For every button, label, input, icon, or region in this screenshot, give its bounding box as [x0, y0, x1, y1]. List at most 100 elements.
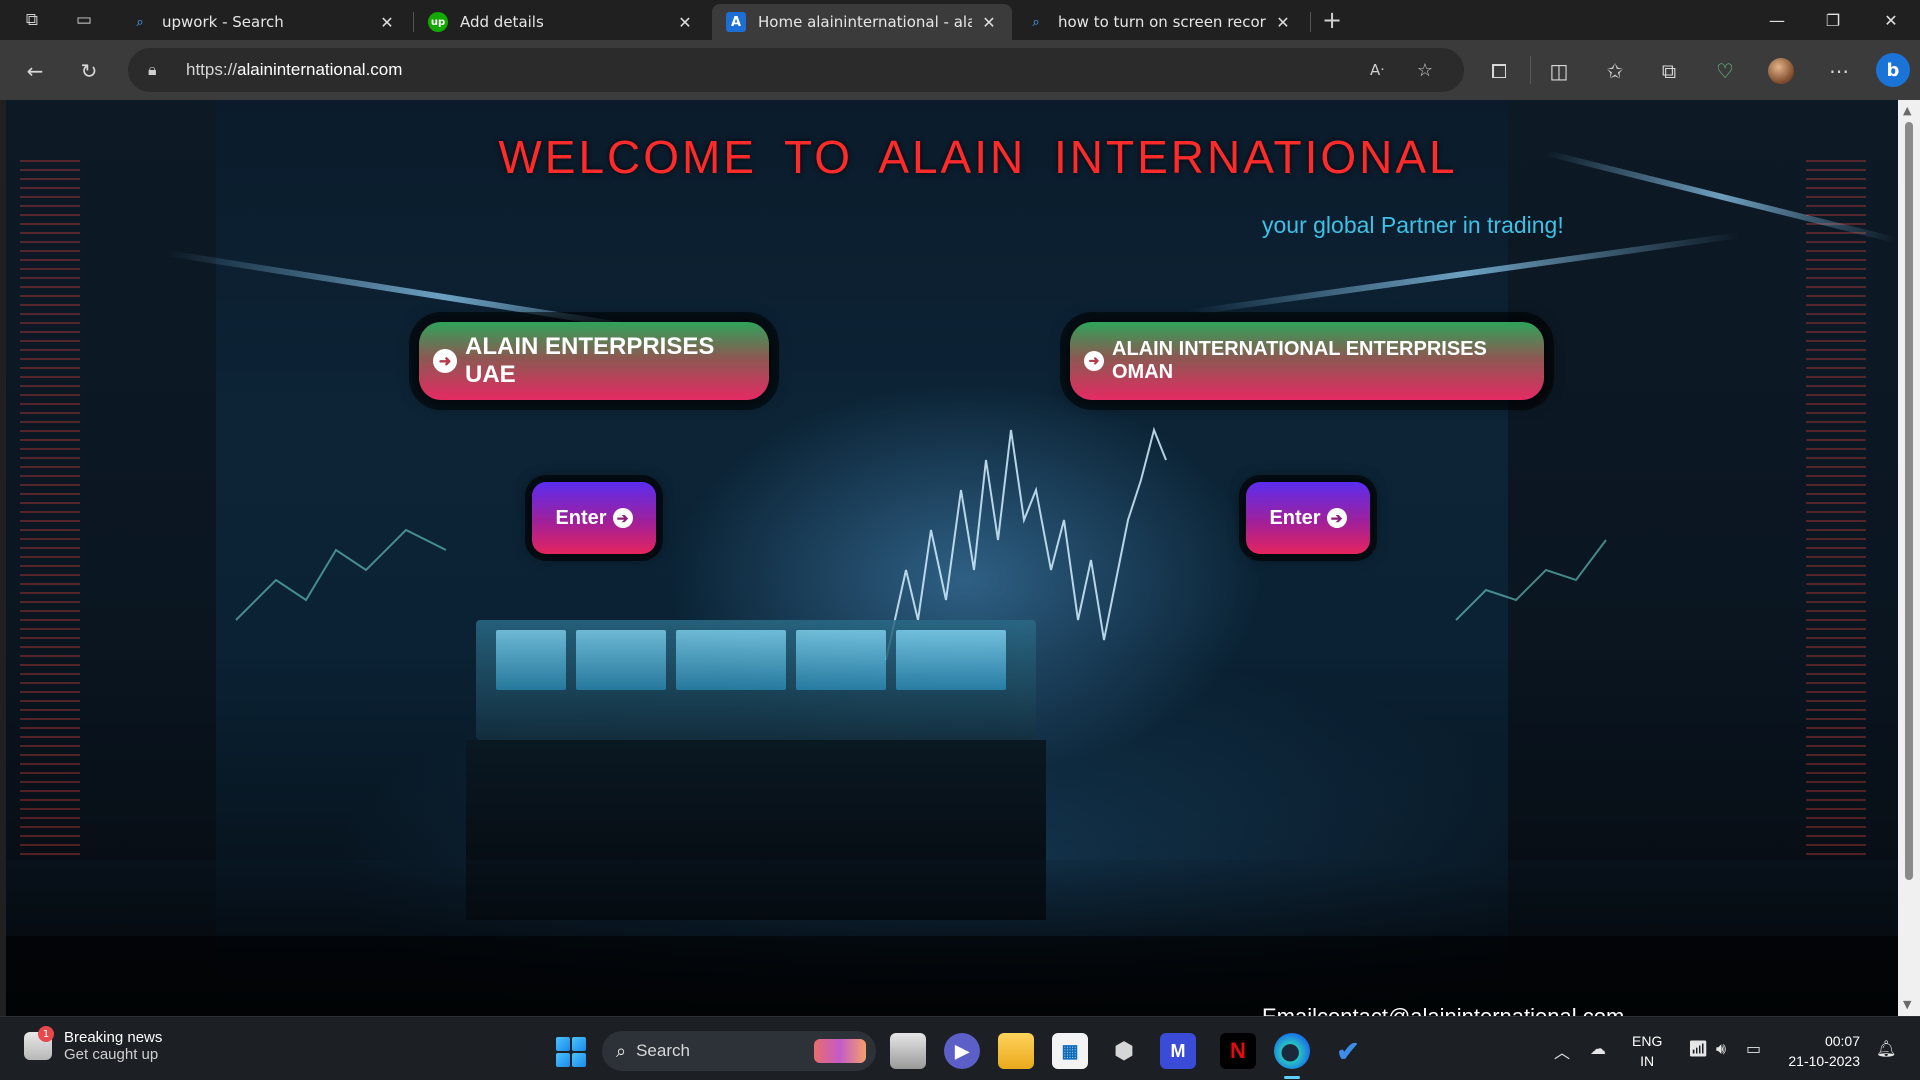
tab-separator: [1310, 12, 1311, 32]
edge-browser-icon[interactable]: [1274, 1033, 1310, 1079]
microsoft-store-icon[interactable]: ▦: [1052, 1033, 1088, 1069]
contact-email[interactable]: Emailcontact@alaininternational.com: [1262, 1004, 1624, 1016]
back-icon[interactable]: ←: [20, 56, 50, 86]
collections-icon[interactable]: ⧉: [1654, 56, 1684, 86]
taskbar-search[interactable]: ⌕ Search: [602, 1031, 876, 1071]
time: 00:07: [1824, 1033, 1860, 1049]
scroll-down-icon[interactable]: ▼: [1903, 998, 1911, 1011]
netflix-icon[interactable]: N: [1220, 1033, 1256, 1069]
monitor: [576, 630, 666, 690]
tab-screen-recording[interactable]: ⌕ how to turn on screen recording ✕: [1012, 4, 1306, 40]
news-icon: 1: [24, 1026, 54, 1060]
search-icon: ⌕: [1032, 14, 1040, 30]
onedrive-icon[interactable]: ☁: [1590, 1039, 1606, 1058]
restore-icon[interactable]: ❐: [1806, 0, 1860, 40]
tab-upwork-search[interactable]: ⌕ upwork - Search ✕: [116, 4, 410, 40]
favorite-star-icon[interactable]: ☆: [1410, 56, 1440, 84]
enterprise-uae-button[interactable]: ➜ ALAIN ENTERPRISES UAE: [419, 322, 769, 400]
todo-check-icon[interactable]: ✔: [1330, 1033, 1366, 1069]
tab-add-details[interactable]: up Add details ✕: [414, 4, 708, 40]
task-view-icon[interactable]: [890, 1033, 926, 1069]
search-highlight-icon: [814, 1039, 866, 1063]
favorites-icon[interactable]: ✩: [1600, 56, 1630, 86]
windows-taskbar: 1 Breaking news Get caught up ⌕ Search ▶…: [0, 1016, 1920, 1080]
news-subtitle: Get caught up: [64, 1046, 159, 1063]
scroll-up-icon[interactable]: ▲: [1903, 104, 1911, 117]
enter-uae-button[interactable]: Enter ➔: [532, 482, 656, 554]
enter-label: Enter: [1269, 506, 1321, 529]
wifi-icon[interactable]: 📶︎: [1688, 1039, 1708, 1058]
extensions-icon[interactable]: ⧠: [1484, 56, 1514, 86]
enter-oman-button[interactable]: Enter ➔: [1246, 482, 1370, 554]
tab-strip: ⧉ ▭ ⌕ upwork - Search ✕ up Add details ✕…: [0, 0, 1920, 40]
close-icon[interactable]: ✕: [376, 13, 398, 32]
globe-icon: ➜: [1084, 351, 1104, 371]
new-tab-icon[interactable]: +: [1320, 6, 1344, 34]
show-hidden-icons-icon[interactable]: ︿: [1554, 1039, 1570, 1063]
close-icon[interactable]: ✕: [978, 13, 1000, 32]
volume-icon[interactable]: 🔊︎: [1716, 1039, 1726, 1059]
web-page: WELCOME TO ALAIN INTERNATIONAL your glob…: [6, 100, 1898, 1016]
url-scheme: https://: [186, 60, 238, 79]
enterprise-oman-button[interactable]: ➜ ALAIN INTERNATIONAL ENTERPRISES OMAN: [1070, 322, 1544, 400]
app-m-icon[interactable]: M: [1160, 1033, 1196, 1069]
trading-desk-screens: [476, 620, 1036, 740]
search-placeholder: Search: [636, 1041, 690, 1060]
url-host: alaininternational.com: [237, 60, 403, 79]
tab-title: how to turn on screen recording: [1058, 13, 1266, 31]
tagline: your global Partner in trading!: [1262, 212, 1564, 238]
address-bar[interactable]: 🔒︎ https://alaininternational.com Aᐧ ☆: [128, 48, 1464, 92]
battery-icon[interactable]: ▭: [1746, 1039, 1761, 1058]
tab-alain-home[interactable]: A Home alaininternational - alainin ✕: [712, 4, 1012, 40]
enterprise-oman-label: ALAIN INTERNATIONAL ENTERPRISES OMAN: [1112, 338, 1487, 383]
app-hexagon-icon[interactable]: ⬢: [1106, 1033, 1142, 1069]
copilot-icon[interactable]: b: [1876, 53, 1910, 87]
site-logo-icon: A: [726, 12, 746, 32]
lock-icon[interactable]: 🔒︎: [148, 60, 157, 80]
news-widget[interactable]: 1 Breaking news Get caught up: [24, 1026, 163, 1063]
monitor: [796, 630, 886, 690]
tab-actions-icon[interactable]: ▭: [72, 8, 96, 32]
region-code: IN: [1640, 1053, 1655, 1069]
close-icon[interactable]: ✕: [674, 13, 696, 32]
browser-toolbar: ← ↻ 🔒︎ https://alaininternational.com Aᐧ…: [0, 40, 1920, 100]
scrollbar-thumb[interactable]: [1905, 122, 1913, 880]
url-text[interactable]: https://alaininternational.com: [186, 60, 402, 80]
start-button-icon[interactable]: [556, 1037, 586, 1067]
welcome-heading: WELCOME TO ALAIN INTERNATIONAL: [498, 131, 1458, 183]
minimize-icon[interactable]: —: [1750, 0, 1804, 40]
toolbar-divider: [1530, 56, 1531, 84]
upwork-icon: up: [428, 12, 448, 32]
tab-title: Home alaininternational - alainin: [758, 13, 972, 31]
window-close-icon[interactable]: ✕: [1864, 0, 1918, 40]
refresh-icon[interactable]: ↻: [74, 56, 104, 86]
read-aloud-icon[interactable]: Aᐧ: [1362, 56, 1392, 84]
file-explorer-icon[interactable]: [998, 1033, 1034, 1069]
arrow-right-icon: ➔: [612, 508, 633, 528]
notification-badge: 1: [38, 1026, 54, 1042]
globe-icon: ➜: [433, 349, 457, 373]
monitor: [676, 630, 786, 690]
date: 21-10-2023: [1788, 1053, 1860, 1069]
enterprise-uae-label: ALAIN ENTERPRISES UAE: [465, 333, 715, 388]
browser-essentials-icon[interactable]: ♡: [1710, 56, 1740, 86]
enter-label: Enter: [555, 506, 607, 529]
news-title: Breaking news: [64, 1029, 163, 1046]
teams-chat-icon[interactable]: ▶: [944, 1033, 980, 1069]
tab-title: Add details: [460, 13, 544, 31]
split-screen-icon[interactable]: ◫: [1544, 56, 1574, 86]
language-indicator[interactable]: ENG IN: [1632, 1031, 1662, 1071]
notification-bell-icon[interactable]: 🔔︎: [1876, 1039, 1896, 1058]
search-icon: ⌕: [616, 1040, 627, 1062]
arrow-right-icon: ➔: [1326, 508, 1347, 528]
close-icon[interactable]: ✕: [1272, 13, 1294, 32]
monitor: [896, 630, 1006, 690]
workspaces-icon[interactable]: ⧉: [20, 8, 44, 32]
tab-title: upwork - Search: [162, 13, 284, 31]
profile-avatar-icon[interactable]: [1766, 56, 1796, 86]
page-scrollbar[interactable]: ▲ ▼: [1898, 100, 1920, 1016]
monitor: [496, 630, 566, 690]
more-options-icon[interactable]: ⋯: [1824, 56, 1854, 86]
language-code: ENG: [1632, 1033, 1663, 1049]
clock[interactable]: 00:07 21-10-2023: [1780, 1031, 1860, 1071]
